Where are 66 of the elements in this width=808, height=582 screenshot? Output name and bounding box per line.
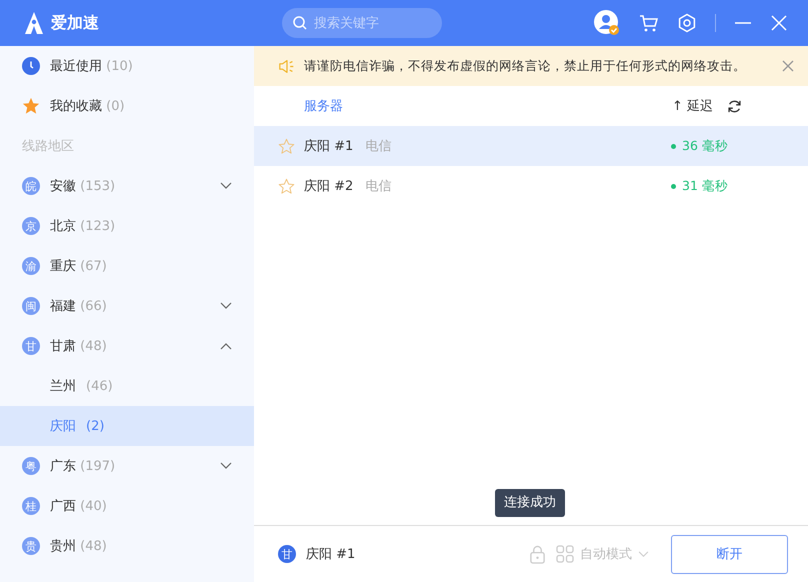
chevron-down-icon[interactable] [220,302,232,310]
server-row[interactable]: 庆阳 #1 电信 36 毫秒 [254,126,808,166]
sidebar-item[interactable]: 皖 安徽 (153) [0,166,254,206]
search-field[interactable]: 搜索关键字 [282,8,442,38]
item-label: 贵州 (48) [50,538,107,555]
server-name: 庆阳 #1 [304,138,354,155]
chevron-down-icon [638,550,649,558]
sidebar-item[interactable]: 我的收藏 (0) [0,86,254,126]
server-row[interactable]: 庆阳 #2 电信 31 毫秒 [254,166,808,206]
isp-label: 电信 [365,178,392,195]
sidebar-item[interactable]: 最近使用 (10) [0,46,254,86]
column-header[interactable]: ↑ 延迟 [672,97,713,115]
region-badge: 桂 [22,497,40,515]
connected-server: 庆阳 #1 [306,546,356,563]
section-label: 线路地区 [21,138,75,156]
item-label: 重庆 (67) [50,258,107,275]
item-label: 广东 (197) [50,458,116,475]
grid-icon [556,545,574,563]
star-icon[interactable] [278,178,295,194]
sidebar-item[interactable]: 甘 甘肃 (48) [0,326,254,366]
region-badge: 京 [22,217,40,235]
item-label: 我的收藏 (0) [50,98,125,115]
sidebar-item[interactable]: 粤 广东 (197) [0,446,254,486]
item-label: 安徽 (153) [50,178,116,195]
sidebar-item[interactable]: 京 北京 (123) [0,206,254,246]
avatar-icon[interactable] [593,9,621,37]
region-badge: 甘 [278,545,296,563]
city-item[interactable]: 兰州 (46) [0,366,254,406]
item-label: 甘肃 (48) [50,338,107,355]
disconnect-button[interactable]: 断开 [671,534,788,574]
latency-value: 36 毫秒 [682,138,729,154]
app-title: 爱加速 [51,12,99,34]
region-badge: 闽 [22,297,40,315]
region-badge: 粤 [22,457,40,475]
item-label: 最近使用 (10) [50,58,133,75]
isp-label: 电信 [365,138,392,155]
chevron-up-icon[interactable] [220,342,232,350]
status-dot [671,184,676,188]
server-name: 庆阳 #2 [304,178,354,195]
region-badge: 皖 [22,177,40,195]
sidebar-item[interactable]: 闽 福建 (66) [0,286,254,326]
chevron-down-icon[interactable] [220,182,232,190]
cart-icon[interactable] [639,13,659,33]
region-badge: 甘 [22,337,40,355]
latency-value: 31 毫秒 [682,178,729,194]
settings-icon[interactable] [677,13,697,33]
region-badge: 渝 [22,257,40,275]
sidebar-item[interactable]: 桂 广西 (40) [0,486,254,526]
refresh-icon[interactable] [727,98,742,114]
toast-message: 连接成功 [495,489,565,517]
item-label: 广西 (40) [50,498,107,515]
status-dot [671,144,676,148]
star-icon [22,97,40,115]
sidebar-item[interactable]: 贵 贵州 (48) [0,526,254,566]
speaker-icon [278,58,296,74]
clock-icon [22,57,40,75]
chevron-down-icon[interactable] [220,462,232,470]
sidebar-item[interactable]: 渝 重庆 (67) [0,246,254,286]
region-badge: 贵 [22,537,40,555]
column-header[interactable]: 服务器 [304,97,343,115]
item-label: 北京 (123) [50,218,116,235]
close-icon[interactable] [782,60,794,72]
notice-text: 请谨防电信诈骗，不得发布虚假的网络言论，禁止用于任何形式的网络攻击。 [304,58,746,74]
logo-icon [22,11,46,35]
star-icon[interactable] [278,138,295,154]
item-label: 福建 (66) [50,298,107,315]
